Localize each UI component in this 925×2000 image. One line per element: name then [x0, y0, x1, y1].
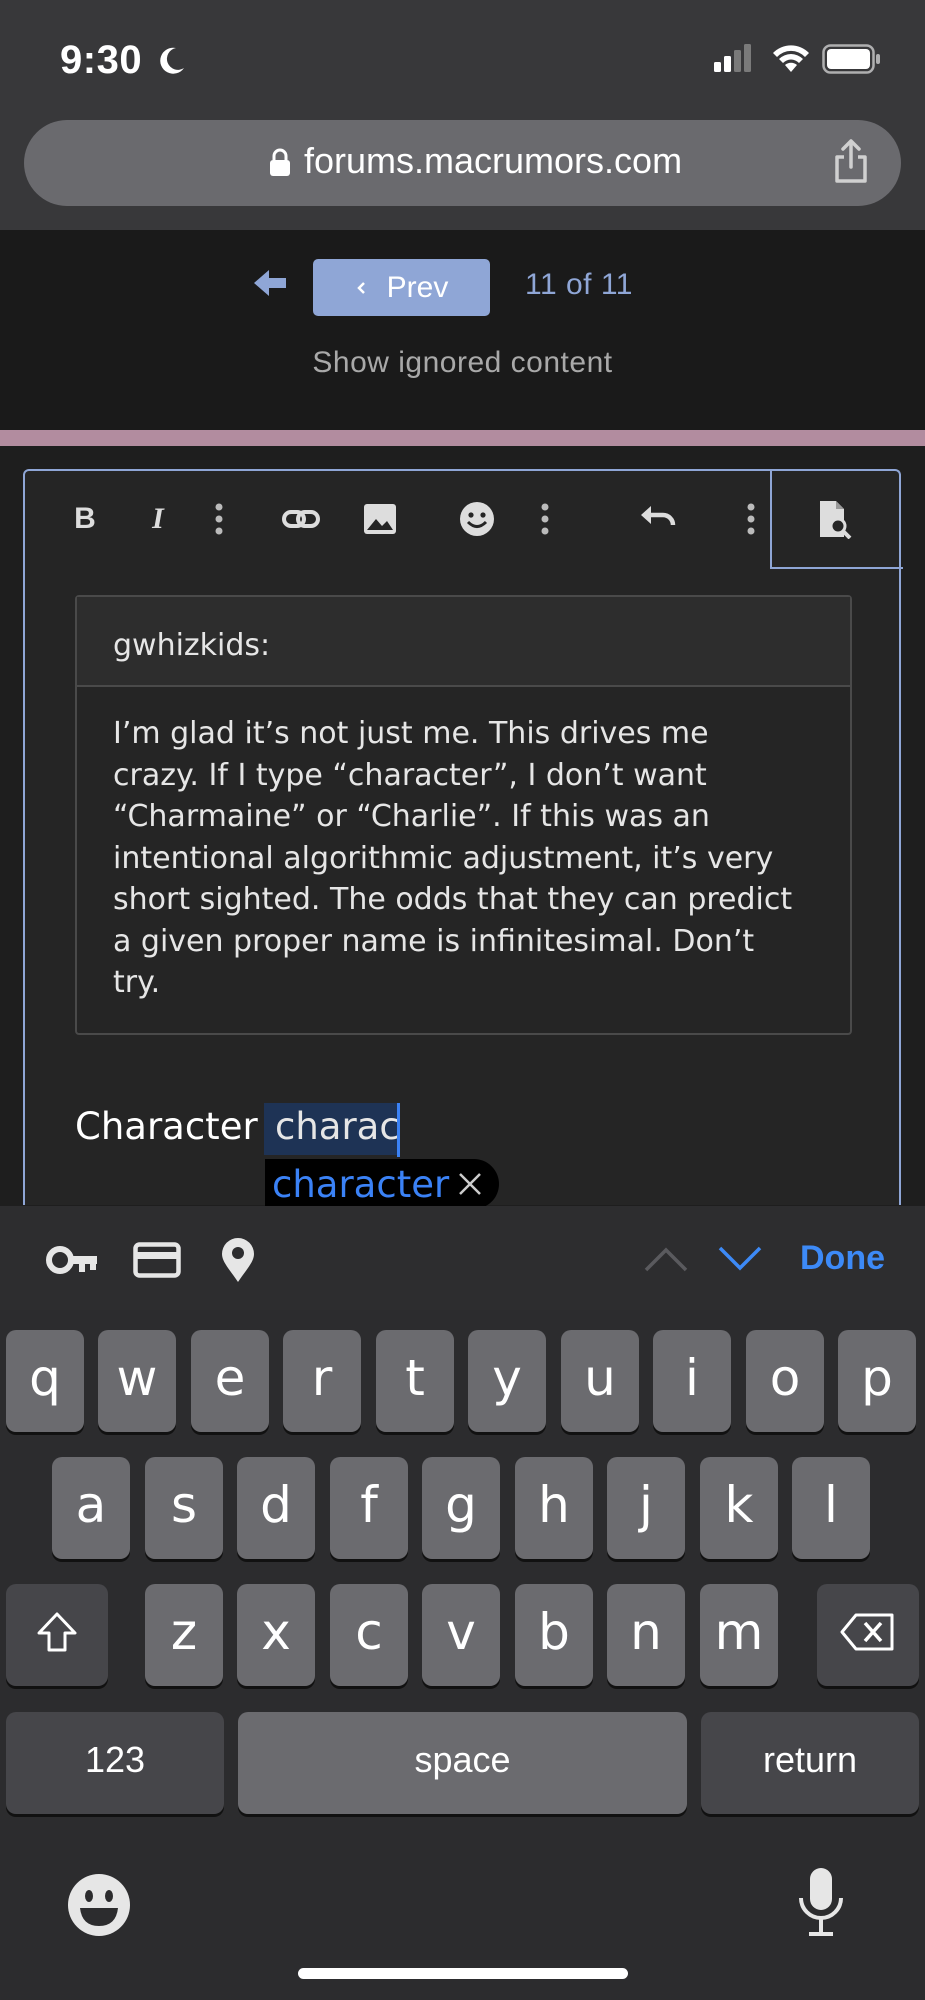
credit-card-icon[interactable] [133, 1242, 181, 1278]
numbers-key[interactable]: 123 [6, 1712, 224, 1814]
key-i[interactable]: i [653, 1330, 731, 1432]
key-j[interactable]: j [607, 1457, 685, 1559]
key-d[interactable]: d [237, 1457, 315, 1559]
typing-fragment[interactable]: charac [275, 1105, 400, 1148]
battery-icon [822, 44, 880, 74]
quote-body: I’m glad it’s not just me. This drives m… [77, 687, 850, 1004]
bold-button[interactable]: B [65, 499, 105, 539]
key-y[interactable]: y [468, 1330, 546, 1432]
thread-navigation: Prev 11 of 11 Show ignored content [0, 230, 925, 430]
quote-line: I’m glad it’s not just me. This drives m… [113, 716, 709, 751]
key-c[interactable]: c [330, 1584, 408, 1686]
link-icon[interactable] [281, 499, 321, 539]
key-o[interactable]: o [746, 1330, 824, 1432]
key-v[interactable]: v [422, 1584, 500, 1686]
browser-chrome: 9:30 forums.macrumors.com [0, 0, 925, 230]
divider [0, 430, 925, 446]
autocorrect-suggestion[interactable]: character [272, 1163, 449, 1206]
passwords-key-icon[interactable] [46, 1244, 98, 1276]
chevron-up-icon [644, 1247, 688, 1272]
quote-line: try. [113, 965, 161, 1000]
key-g[interactable]: g [422, 1457, 500, 1559]
shift-arrow-icon [37, 1612, 77, 1652]
more-edit-options-icon[interactable] [743, 499, 759, 539]
quote-line: a given proper name is infinitesimal. Do… [113, 923, 755, 959]
shift-key[interactable] [6, 1584, 108, 1686]
prev-label: Prev [386, 270, 449, 304]
prev-page-button[interactable]: Prev [313, 259, 490, 316]
backspace-key[interactable] [817, 1584, 919, 1686]
status-time: 9:30 [60, 38, 143, 82]
show-ignored-content-link[interactable]: Show ignored content [0, 346, 925, 380]
share-icon[interactable] [832, 137, 870, 185]
key-q[interactable]: q [6, 1330, 84, 1432]
preview-icon [820, 501, 852, 539]
location-pin-icon[interactable] [220, 1236, 256, 1284]
key-l[interactable]: l [792, 1457, 870, 1559]
keyboard: q w e r t y u i o p a s d f g h j k l z … [0, 1310, 925, 2000]
key-f[interactable]: f [330, 1457, 408, 1559]
key-r[interactable]: r [283, 1330, 361, 1432]
undo-icon[interactable] [639, 499, 679, 539]
moon-icon [160, 47, 184, 74]
quote-line: short sighted. The odds that they can pr… [113, 882, 793, 917]
microphone-icon[interactable] [796, 1866, 846, 1940]
space-key[interactable]: space [238, 1712, 687, 1814]
key-x[interactable]: x [237, 1584, 315, 1686]
backspace-icon [840, 1613, 894, 1651]
text-caret [397, 1103, 400, 1157]
key-k[interactable]: k [700, 1457, 778, 1559]
image-icon[interactable] [362, 499, 398, 539]
key-a[interactable]: a [52, 1457, 130, 1559]
key-n[interactable]: n [607, 1584, 685, 1686]
quote-line: “Charmaine” or “Charlie”. If this was an [113, 799, 710, 834]
wifi-icon [773, 45, 809, 72]
editor-toolbar: B I [25, 469, 903, 569]
key-b[interactable]: b [515, 1584, 593, 1686]
key-h[interactable]: h [515, 1457, 593, 1559]
chevron-down-icon[interactable] [718, 1246, 762, 1272]
dismiss-suggestion-icon[interactable] [457, 1171, 483, 1197]
key-u[interactable]: u [561, 1330, 639, 1432]
quoted-post: gwhizkids: I’m glad it’s not just me. Th… [75, 595, 852, 1035]
lock-icon [270, 148, 290, 176]
emoji-icon[interactable] [458, 499, 496, 539]
key-z[interactable]: z [145, 1584, 223, 1686]
autocorrect-bubble[interactable]: character [265, 1159, 500, 1209]
key-p[interactable]: p [838, 1330, 916, 1432]
home-indicator [298, 1968, 628, 1979]
italic-button[interactable]: I [138, 499, 178, 539]
key-w[interactable]: w [98, 1330, 176, 1432]
key-m[interactable]: m [700, 1584, 778, 1686]
url-text: forums.macrumors.com [304, 140, 683, 181]
return-key[interactable]: return [701, 1712, 919, 1814]
more-insert-options-icon[interactable] [537, 499, 553, 539]
key-t[interactable]: t [376, 1330, 454, 1432]
url-bar[interactable]: forums.macrumors.com [24, 120, 901, 206]
key-s[interactable]: s [145, 1457, 223, 1559]
quote-author: gwhizkids: [77, 597, 850, 687]
typed-text[interactable]: Character [75, 1105, 258, 1148]
reply-editor[interactable]: B I gwhizkids: I’m glad it’s not just me… [23, 469, 903, 1209]
chevron-left-icon [356, 281, 365, 294]
quote-line: crazy. If I type “character”, I don’t wa… [113, 757, 707, 793]
emoji-keyboard-icon[interactable] [66, 1872, 132, 1938]
quote-line: intentional algorithmic adjustment, it’s… [113, 840, 774, 876]
key-e[interactable]: e [191, 1330, 269, 1432]
done-button[interactable]: Done [800, 1239, 885, 1278]
keyboard-accessory-bar: Done [0, 1206, 925, 1310]
cellular-signal-icon [714, 44, 751, 72]
page-count[interactable]: 11 of 11 [525, 268, 633, 302]
back-arrow-icon[interactable] [254, 268, 286, 298]
preview-toggle[interactable] [770, 469, 903, 569]
more-options-icon[interactable] [211, 499, 227, 539]
